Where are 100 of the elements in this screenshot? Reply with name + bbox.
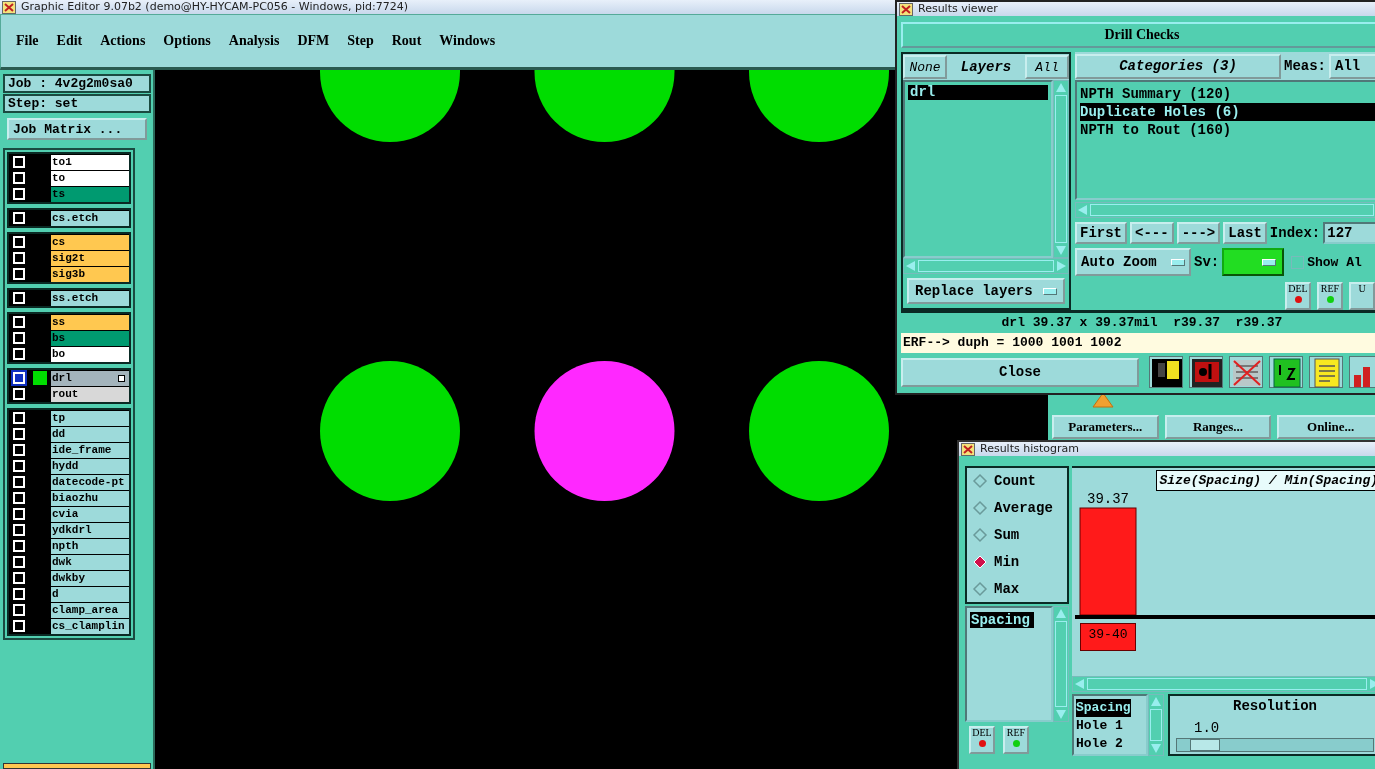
layer-name[interactable]: clamp_area <box>51 602 129 618</box>
layer-checkbox[interactable] <box>13 332 25 344</box>
horizontal-scrollbar[interactable] <box>903 258 1069 274</box>
radio-label[interactable]: Count <box>994 473 1036 489</box>
menu-item[interactable]: DFM <box>290 29 337 53</box>
layer-name[interactable]: ydkdrl <box>51 522 129 538</box>
layer-name[interactable]: to <box>51 170 129 186</box>
field-list[interactable]: Spacing Hole 1 Hole 2 <box>1072 694 1148 756</box>
list-item[interactable]: NPTH to Rout (160) <box>1080 121 1375 139</box>
menu-item[interactable]: Analysis <box>221 29 287 53</box>
layer-name[interactable]: dwkby <box>51 570 129 586</box>
radio-button[interactable] <box>972 581 988 597</box>
list-item[interactable]: Spacing <box>1076 699 1131 717</box>
layer-name[interactable]: sig3b <box>51 266 129 282</box>
layer-name[interactable]: dd <box>51 426 129 442</box>
layer-checkbox[interactable] <box>13 388 25 400</box>
attribute-list[interactable]: Spacing <box>965 606 1053 722</box>
mark-button[interactable]: DEL <box>1285 282 1311 310</box>
layer-name[interactable]: biaozhu <box>51 490 129 506</box>
layer-checkbox[interactable] <box>13 588 25 600</box>
layer-checkbox[interactable] <box>13 556 25 568</box>
layer-name[interactable]: ide_frame <box>51 442 129 458</box>
layer-name[interactable]: rout <box>51 386 129 402</box>
radio-label[interactable]: Average <box>994 500 1053 516</box>
layer-name[interactable]: drl <box>51 370 129 386</box>
vertical-scrollbar[interactable] <box>1053 606 1069 722</box>
layer-checkbox[interactable] <box>13 508 25 520</box>
mark-button[interactable]: REF <box>1003 726 1029 754</box>
note-icon[interactable] <box>1309 356 1343 388</box>
layer-name[interactable]: d <box>51 586 129 602</box>
layer-name[interactable]: datecode-pt <box>51 474 129 490</box>
layer-checkbox[interactable] <box>13 156 25 168</box>
menu-item[interactable]: Actions <box>93 29 153 53</box>
list-item[interactable]: drl <box>908 85 1048 100</box>
layer-checkbox[interactable] <box>13 572 25 584</box>
mark-button[interactable]: REF <box>1317 282 1343 310</box>
page-icon[interactable] <box>1269 356 1303 388</box>
radio-button[interactable] <box>972 473 988 489</box>
layer-checkbox[interactable] <box>13 212 25 224</box>
layer-checkbox[interactable] <box>13 252 25 264</box>
layer-checkbox[interactable] <box>13 372 25 384</box>
menu-item[interactable]: Step <box>340 29 381 53</box>
layer-checkbox[interactable] <box>13 316 25 328</box>
mark-button[interactable]: DEL <box>969 726 995 754</box>
contrast-icon[interactable] <box>1149 356 1183 388</box>
layer-list[interactable]: drl <box>903 80 1053 258</box>
cross-icon[interactable] <box>1229 356 1263 388</box>
all-button[interactable]: All <box>1025 55 1069 79</box>
nav-button[interactable]: <--- <box>1130 222 1174 244</box>
slider-thumb[interactable] <box>1190 739 1221 751</box>
expand-icon[interactable] <box>118 375 125 382</box>
dialog-button[interactable]: Online... <box>1277 415 1375 439</box>
radio-label[interactable]: Sum <box>994 527 1020 543</box>
job-matrix-button[interactable]: Job Matrix ... <box>7 118 147 140</box>
radio-label[interactable]: Max <box>994 581 1020 597</box>
layer-name[interactable]: ss <box>51 314 129 330</box>
list-item[interactable]: Spacing <box>970 612 1034 628</box>
layer-name[interactable]: ss.etch <box>51 290 129 306</box>
horizontal-scrollbar[interactable] <box>1075 202 1375 218</box>
vertical-scrollbar[interactable] <box>1148 694 1164 756</box>
bar-chart-icon[interactable] <box>1349 356 1375 388</box>
layer-checkbox[interactable] <box>13 492 25 504</box>
layer-name[interactable]: hydd <box>51 458 129 474</box>
layer-name[interactable]: tp <box>51 410 129 426</box>
nav-button[interactable]: ---> <box>1176 222 1221 244</box>
marker-icon[interactable] <box>1189 356 1223 388</box>
layer-checkbox[interactable] <box>13 524 25 536</box>
nav-button[interactable]: Last <box>1223 222 1267 244</box>
layer-name[interactable]: cvia <box>51 506 129 522</box>
replace-layers-dropdown[interactable]: Replace layers <box>907 278 1065 304</box>
layer-checkbox[interactable] <box>13 268 25 280</box>
auto-zoom-dropdown[interactable]: Auto Zoom <box>1075 248 1191 276</box>
vertical-scrollbar[interactable] <box>1053 80 1069 258</box>
radio-button[interactable] <box>972 500 988 516</box>
close-button[interactable]: Close <box>901 357 1139 387</box>
layer-checkbox[interactable] <box>13 172 25 184</box>
layer-name[interactable]: to1 <box>51 154 129 170</box>
menu-item[interactable]: Options <box>156 29 218 53</box>
list-item[interactable]: NPTH Summary (120) <box>1080 85 1375 103</box>
layer-checkbox[interactable] <box>13 348 25 360</box>
categories-button[interactable]: Categories (3) <box>1075 53 1281 79</box>
horizontal-scrollbar[interactable] <box>1072 676 1375 692</box>
index-field[interactable]: 127 <box>1323 222 1375 244</box>
layer-name[interactable]: bo <box>51 346 129 362</box>
layer-name[interactable]: npth <box>51 538 129 554</box>
category-list[interactable]: NPTH Summary (120) Duplicate Holes (6) NPTH to Rout (160) <box>1075 80 1375 200</box>
layer-name[interactable]: ts <box>51 186 129 202</box>
radio-button[interactable] <box>972 527 988 543</box>
radio-label[interactable]: Min <box>994 554 1020 570</box>
layer-name[interactable]: cs <box>51 234 129 250</box>
menu-item[interactable]: Rout <box>384 29 429 53</box>
layer-name[interactable]: bs <box>51 330 129 346</box>
layer-name[interactable]: sig2t <box>51 250 129 266</box>
menu-item[interactable]: Windows <box>432 29 503 53</box>
menu-item[interactable]: File <box>9 29 46 53</box>
sv-dropdown[interactable] <box>1222 248 1285 276</box>
list-item[interactable]: Hole 2 <box>1076 735 1144 753</box>
layer-checkbox[interactable] <box>13 620 25 632</box>
layer-checkbox[interactable] <box>13 236 25 248</box>
layer-checkbox[interactable] <box>13 540 25 552</box>
